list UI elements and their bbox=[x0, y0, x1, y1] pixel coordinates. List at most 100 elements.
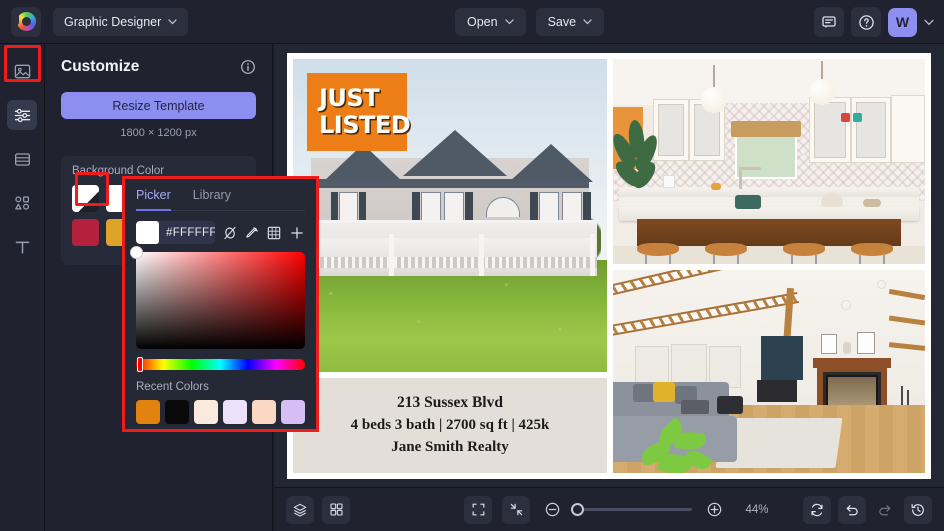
recent-color-swatch[interactable] bbox=[194, 400, 218, 424]
layout-icon bbox=[14, 152, 30, 166]
no-color-icon[interactable] bbox=[221, 223, 237, 242]
hex-field[interactable]: #FFFFFF bbox=[136, 221, 216, 244]
save-button[interactable]: Save bbox=[535, 8, 605, 36]
refresh-icon[interactable] bbox=[803, 495, 831, 524]
zoom-level-value[interactable]: 44% bbox=[736, 501, 778, 519]
palette-grid-icon[interactable] bbox=[266, 223, 282, 242]
page-title: Customize bbox=[61, 58, 140, 75]
sidebar-item-photos[interactable] bbox=[7, 56, 37, 86]
undo-icon[interactable] bbox=[838, 495, 866, 524]
bowl bbox=[863, 198, 881, 207]
sidebar-item-templates[interactable] bbox=[7, 144, 37, 174]
recent-color-swatch[interactable] bbox=[281, 400, 305, 424]
cabinet-glass bbox=[856, 101, 886, 158]
house-plant bbox=[613, 116, 662, 212]
comment-icon[interactable] bbox=[814, 7, 844, 37]
framed-art bbox=[857, 331, 875, 354]
pendant-light bbox=[809, 78, 835, 105]
faucet-arm bbox=[739, 166, 761, 170]
ottoman bbox=[717, 395, 743, 414]
eyedropper-icon[interactable] bbox=[244, 223, 260, 242]
help-icon[interactable] bbox=[851, 7, 881, 37]
tv-console bbox=[757, 379, 797, 402]
info-icon[interactable] bbox=[240, 59, 256, 75]
sliders-icon bbox=[14, 108, 30, 122]
zoom-in-icon[interactable] bbox=[702, 498, 726, 522]
property-caption[interactable]: 213 Sussex Blvd 4 beds 3 bath | 2700 sq … bbox=[293, 377, 607, 473]
fit-screen-icon[interactable] bbox=[464, 495, 492, 524]
redo-icon[interactable] bbox=[873, 498, 897, 522]
collapse-icon[interactable] bbox=[502, 495, 530, 524]
resize-template-button[interactable]: Resize Template bbox=[61, 92, 256, 119]
current-color-chip bbox=[136, 221, 159, 244]
zoom-slider-knob[interactable] bbox=[571, 503, 584, 516]
ceiling-light bbox=[877, 279, 886, 289]
faucet bbox=[739, 166, 742, 189]
tab-library[interactable]: Library bbox=[193, 188, 231, 211]
add-color-icon[interactable] bbox=[289, 223, 305, 242]
stool-leg bbox=[815, 254, 817, 264]
pendant-light bbox=[701, 86, 727, 113]
hue-slider-knob[interactable] bbox=[137, 357, 143, 372]
app-header: Graphic Designer Open Save W bbox=[0, 0, 944, 44]
image-icon bbox=[14, 64, 30, 78]
teal-jar bbox=[853, 112, 862, 122]
property-address: 213 Sussex Blvd bbox=[397, 394, 503, 412]
cabinet-glass bbox=[658, 103, 684, 156]
recent-color-swatch[interactable] bbox=[252, 400, 276, 424]
house-exterior-photo[interactable]: JUST LISTED bbox=[293, 58, 607, 372]
user-avatar[interactable]: W bbox=[888, 7, 917, 37]
stool-leg bbox=[791, 254, 793, 264]
grid-icon[interactable] bbox=[322, 495, 350, 524]
hex-input-row: #FFFFFF bbox=[136, 221, 305, 244]
recent-color-swatch[interactable] bbox=[223, 400, 247, 424]
left-tool-rail bbox=[0, 44, 45, 531]
sv-selector-knob[interactable] bbox=[130, 246, 143, 259]
fruit bbox=[711, 182, 721, 190]
sidebar-item-customize[interactable] bbox=[7, 100, 37, 130]
badge-line-2: LISTED bbox=[319, 110, 411, 139]
realty-name: Jane Smith Realty bbox=[391, 439, 509, 456]
recent-colors-label: Recent Colors bbox=[136, 381, 209, 393]
hue-slider[interactable] bbox=[136, 357, 305, 372]
account-chevron-down-icon[interactable] bbox=[924, 19, 934, 26]
saturation-value-area[interactable] bbox=[130, 246, 305, 349]
porch-column bbox=[389, 233, 394, 276]
living-room-photo[interactable] bbox=[613, 269, 925, 473]
tab-picker[interactable]: Picker bbox=[136, 188, 171, 211]
artboard-right-column bbox=[613, 58, 925, 473]
history-icon[interactable] bbox=[904, 495, 932, 524]
vase bbox=[843, 341, 851, 354]
sidebar-item-elements[interactable] bbox=[7, 188, 37, 218]
zoom-out-icon[interactable] bbox=[540, 498, 564, 522]
kitchen-photo[interactable] bbox=[613, 58, 925, 264]
layers-icon[interactable] bbox=[286, 495, 314, 524]
recent-color-swatch[interactable] bbox=[136, 400, 160, 424]
brand-logo-icon[interactable] bbox=[11, 6, 41, 37]
canvas-viewport[interactable]: JUST LISTED 213 Sussex Blvd 4 beds 3 bat… bbox=[274, 44, 944, 487]
porch-column bbox=[479, 233, 484, 276]
pot bbox=[735, 194, 761, 209]
window-shade bbox=[731, 120, 801, 137]
header-right-actions: W bbox=[814, 7, 936, 37]
zoom-slider[interactable] bbox=[571, 503, 692, 516]
recent-color-swatch[interactable] bbox=[165, 400, 189, 424]
chevron-down-icon bbox=[168, 18, 177, 25]
stool-leg bbox=[859, 254, 861, 264]
document-type-dropdown[interactable]: Graphic Designer bbox=[53, 7, 189, 36]
open-button[interactable]: Open bbox=[455, 8, 526, 36]
artboard[interactable]: JUST LISTED 213 Sussex Blvd 4 beds 3 bat… bbox=[287, 52, 931, 479]
template-dimensions: 1800 × 1200 px bbox=[120, 127, 197, 139]
roof-ridge bbox=[311, 178, 589, 188]
open-label: Open bbox=[467, 15, 498, 29]
bottom-left-group bbox=[286, 495, 350, 524]
stool-leg bbox=[713, 254, 715, 264]
sidebar-item-text[interactable] bbox=[7, 232, 37, 262]
color-swatch-crimson[interactable] bbox=[72, 219, 99, 246]
color-swatch-white-active[interactable] bbox=[72, 185, 99, 212]
porch-column bbox=[590, 233, 595, 276]
cushion bbox=[633, 383, 655, 402]
just-listed-badge[interactable]: JUST LISTED bbox=[307, 72, 411, 151]
roof-gable-center bbox=[403, 129, 507, 176]
shapes-icon bbox=[14, 195, 29, 210]
